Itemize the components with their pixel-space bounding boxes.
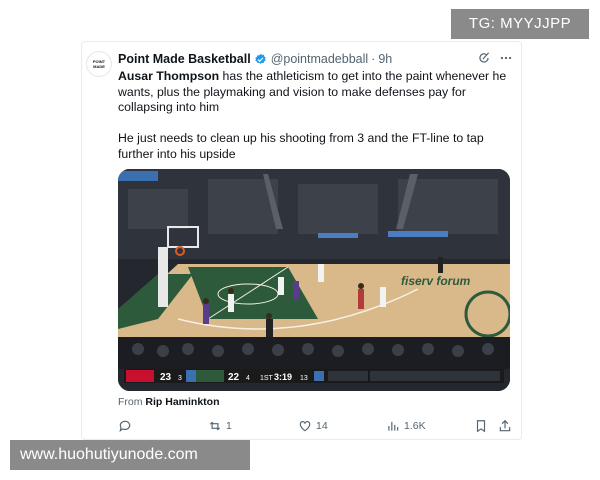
from-prefix: From [118,396,146,408]
bookmark-icon [476,420,486,433]
like-button[interactable]: 14 [298,418,328,434]
watermark-top-right: TG: MYYJJPP [451,9,589,39]
tweet-paragraph-2: He just needs to clean up his shooting f… [118,131,484,161]
repost-count: 1 [226,420,232,432]
mention-ausar-thompson[interactable]: Ausar Thompson [118,69,219,83]
score-right-small: 4 [246,375,250,382]
repost-button[interactable]: 1 [208,418,232,434]
tweet-actions: 1 14 1.6K [118,418,514,434]
score-left-small: 3 [178,375,182,382]
share-button[interactable] [498,418,512,434]
verified-badge-icon [255,53,266,64]
views-count: 1.6K [404,420,426,432]
avatar[interactable]: POINT MADE [86,51,112,77]
watermark-bottom-left: www.huohutiyunode.com [10,440,250,470]
timestamp[interactable]: 9h [378,52,392,66]
bookmark-button[interactable] [474,418,488,434]
score-left: 23 [160,372,172,383]
reply-icon [119,420,131,433]
video-attribution: From Rip Haminkton [118,396,220,408]
tweet-header: Point Made Basketball @pointmadebball · … [118,51,392,67]
handle[interactable]: @pointmadebball [271,52,368,66]
reply-button[interactable] [118,418,136,434]
share-icon [499,419,511,432]
score-right: 22 [228,372,240,383]
grok-icon[interactable] [477,51,491,65]
more-icon[interactable] [499,51,513,65]
game-clock: 3:19 [274,372,292,382]
basketball-video-frame: fiserv forum 23 3 22 4 1ST 3:19 13 [118,169,510,391]
repost-icon [209,421,221,431]
game-period: 1ST [260,375,274,382]
like-count: 14 [316,420,328,432]
from-name[interactable]: Rip Haminkton [145,396,219,408]
display-name[interactable]: Point Made Basketball [118,52,251,66]
video-media[interactable]: fiserv forum 23 3 22 4 1ST 3:19 13 [118,169,510,391]
arena-screen [118,171,158,181]
like-icon [299,421,311,432]
separator-dot: · [371,52,376,66]
tweet-text: Ausar Thompson has the athleticism to ge… [118,69,514,163]
avatar-text-line2: MADE [93,64,105,69]
views-icon [388,421,399,431]
shot-clock: 13 [300,375,308,382]
arena-court-text: fiserv forum [401,274,471,288]
tweet-card[interactable]: POINT MADE Point Made Basketball @pointm… [81,41,522,440]
views-button[interactable]: 1.6K [386,418,426,434]
tweet-paragraph-1: Ausar Thompson has the athleticism to ge… [118,69,514,116]
